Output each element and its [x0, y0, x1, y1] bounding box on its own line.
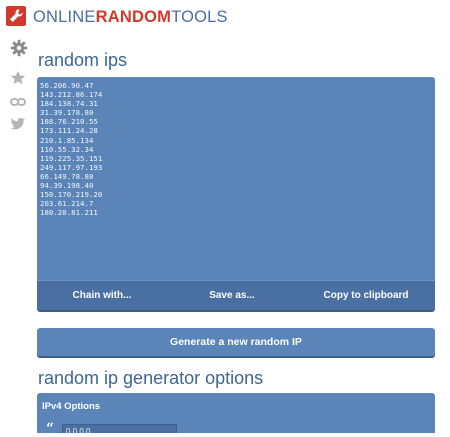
brand-online: ONLINE — [33, 8, 96, 26]
options-title: random ip generator options — [38, 368, 264, 388]
chain-with-button[interactable]: Chain with... — [37, 281, 167, 311]
save-as-button[interactable]: Save as... — [167, 281, 297, 311]
output-action-bar: Chain with... Save as... Copy to clipboa… — [37, 280, 435, 310]
brand-random: RANDOM — [95, 8, 172, 26]
output-panel: 56.206.90.47 143.212.86.174 184.138.74.3… — [37, 77, 435, 310]
site-logo-text[interactable]: ONLINERANDOMTOOLS — [33, 7, 228, 27]
star-icon[interactable] — [10, 70, 26, 86]
generate-button[interactable]: Generate a new random IP — [37, 328, 435, 356]
options-panel: IPv4 Options “ — [37, 393, 435, 437]
twitter-bird-icon[interactable] — [10, 117, 26, 131]
output-textarea[interactable]: 56.206.90.47 143.212.86.174 184.138.74.3… — [40, 81, 102, 217]
page-bottom-edge — [37, 433, 435, 437]
ipv4-options-heading: IPv4 Options — [42, 401, 101, 412]
link-icon[interactable] — [10, 95, 26, 109]
gear-icon[interactable] — [10, 39, 28, 57]
copy-to-clipboard-button[interactable]: Copy to clipboard — [297, 281, 435, 311]
wrench-icon[interactable] — [6, 6, 26, 26]
output-title: random ips — [38, 50, 128, 70]
brand-tools: TOOLS — [171, 8, 228, 26]
